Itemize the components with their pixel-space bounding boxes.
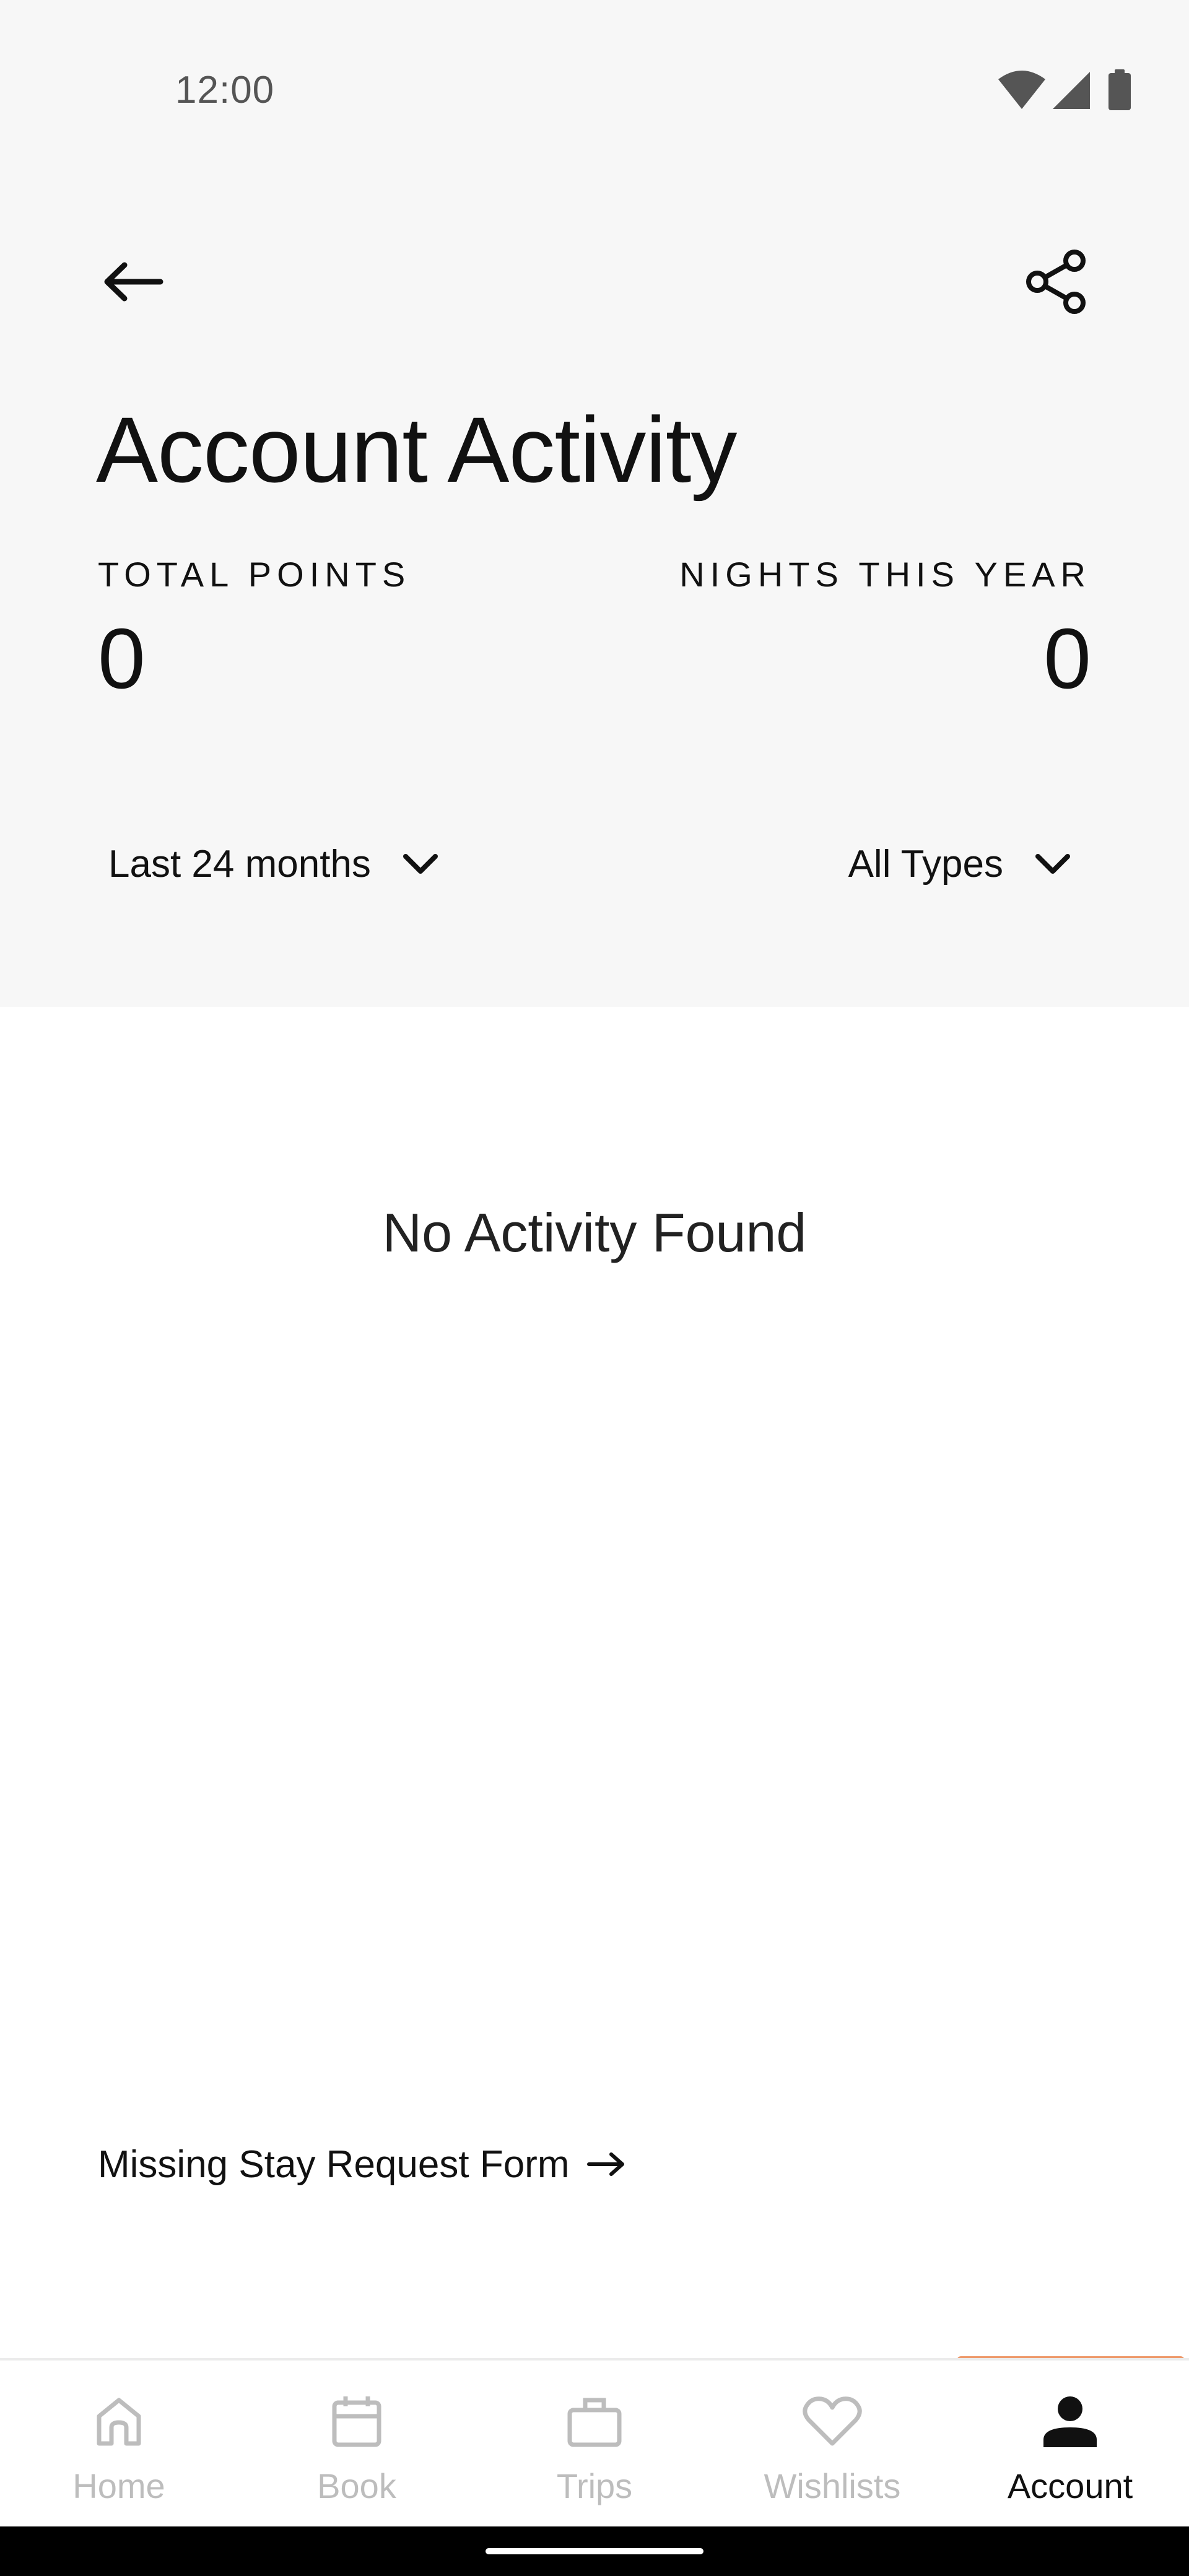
missing-stay-request-link[interactable]: Missing Stay Request Form	[98, 2136, 626, 2192]
nav-label-book: Book	[317, 2466, 396, 2505]
nav-item-wishlists[interactable]: Wishlists	[713, 2379, 951, 2522]
wifi-icon	[998, 71, 1045, 109]
nav-item-book[interactable]: Book	[238, 2379, 476, 2522]
account-activity-screen: 12:00 Account Activity TOTAL POINTS 0 NI…	[0, 0, 1189, 2576]
nav-item-trips[interactable]: Trips	[476, 2379, 713, 2522]
person-icon	[1043, 2396, 1097, 2447]
total-points-label: TOTAL POINTS	[98, 555, 411, 594]
nav-label-trips: Trips	[556, 2466, 633, 2505]
bottom-navigation: Home Book Trips Wishlists Account	[0, 2358, 1189, 2526]
status-time: 12:00	[175, 69, 275, 111]
home-gesture-handle[interactable]	[486, 2548, 703, 2554]
nights-this-year-value: 0	[1043, 611, 1091, 707]
nav-item-home[interactable]: Home	[0, 2379, 238, 2522]
chevron-down-icon	[403, 854, 438, 874]
briefcase-icon	[567, 2398, 622, 2447]
arrow-right-icon	[587, 2152, 625, 2176]
total-points-value: 0	[98, 611, 146, 707]
system-gesture-bar	[0, 2526, 1189, 2576]
heart-icon	[803, 2396, 862, 2446]
share-icon	[1026, 250, 1086, 314]
nav-item-account[interactable]: Account	[951, 2379, 1189, 2522]
arrow-left-icon	[104, 262, 163, 302]
period-filter-label: Last 24 months	[108, 842, 371, 886]
chevron-down-icon	[1035, 854, 1070, 874]
period-filter-dropdown[interactable]: Last 24 months	[108, 830, 439, 898]
type-filter-dropdown[interactable]: All Types	[848, 830, 1071, 898]
nav-label-home: Home	[72, 2466, 165, 2505]
header-area: 12:00 Account Activity TOTAL POINTS 0 NI…	[0, 0, 1189, 1007]
cellular-signal-icon	[1053, 72, 1090, 109]
back-button[interactable]	[93, 248, 173, 316]
page-title: Account Activity	[96, 398, 737, 502]
type-filter-label: All Types	[848, 842, 1003, 886]
battery-icon	[1108, 69, 1131, 110]
nav-label-account: Account	[1007, 2466, 1133, 2505]
status-icons	[997, 69, 1139, 111]
missing-stay-request-label: Missing Stay Request Form	[98, 2143, 570, 2186]
share-button[interactable]	[1016, 242, 1096, 322]
status-bar: 12:00	[0, 0, 1189, 186]
empty-state-message: No Activity Found	[382, 1202, 807, 1263]
calendar-icon	[332, 2396, 381, 2447]
nav-label-wishlists: Wishlists	[764, 2466, 901, 2505]
home-icon	[97, 2398, 141, 2446]
nights-this-year-label: NIGHTS THIS YEAR	[679, 555, 1091, 594]
